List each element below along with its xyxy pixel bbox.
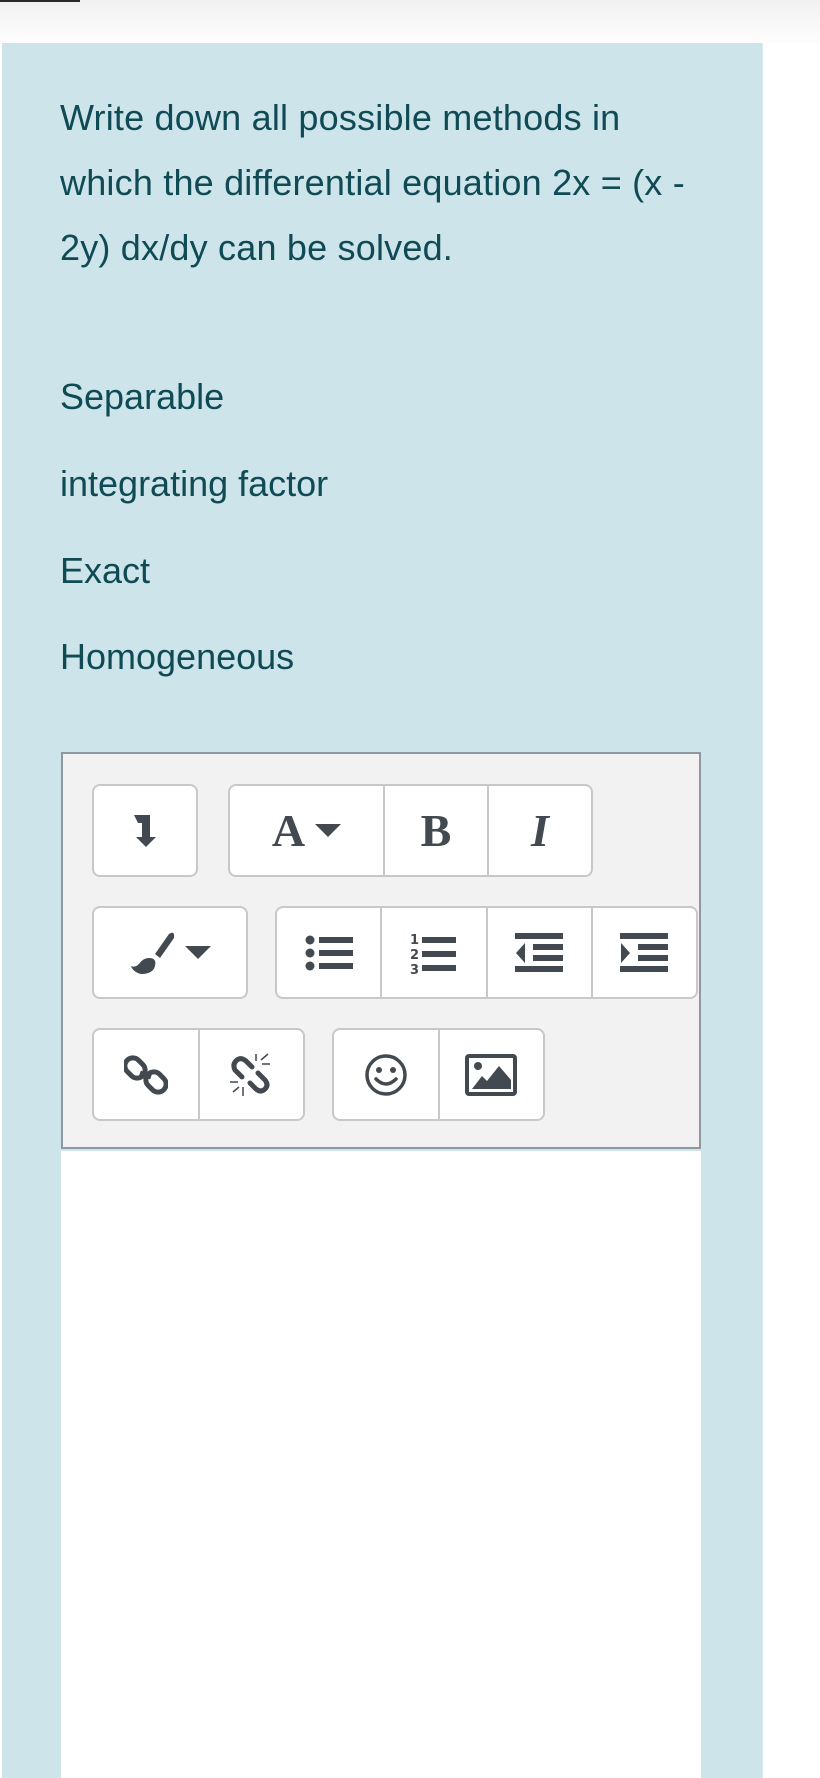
collapse-group [92, 784, 198, 877]
outdent-button[interactable] [488, 908, 593, 997]
text-color-group [92, 906, 248, 999]
font-format-group: A B I [228, 784, 593, 877]
italic-icon: I [531, 805, 549, 856]
indent-button[interactable] [593, 908, 696, 997]
emoticon-button[interactable] [334, 1030, 440, 1119]
image-button[interactable] [440, 1030, 544, 1119]
insert-media-group [332, 1028, 545, 1121]
progress-bar [0, 0, 80, 2]
unlink-button[interactable] [200, 1030, 304, 1119]
outdent-icon [515, 932, 564, 973]
option-separable: Separable [60, 376, 225, 417]
ordered-list-number: 2 [410, 948, 419, 963]
option-exact: Exact [60, 550, 151, 591]
link-button[interactable] [94, 1030, 200, 1119]
paint-brush-icon [129, 928, 179, 978]
ordered-list-number: 1 [410, 933, 419, 948]
ordered-list-number: 3 [410, 963, 419, 975]
collapse-toolbar-icon [132, 813, 158, 849]
option-integrating-factor: integrating factor [60, 463, 329, 504]
indent-icon [620, 932, 669, 973]
answer-editor[interactable] [61, 1151, 701, 1778]
text-color-button[interactable] [94, 908, 246, 997]
list-indent-group: 1 2 3 [275, 906, 698, 999]
unlink-icon [228, 1052, 274, 1098]
browser-top-area [0, 0, 820, 43]
link-group [92, 1028, 305, 1121]
question-text: Write down all possible methods in which… [60, 97, 685, 268]
unordered-list-icon [305, 935, 353, 971]
unordered-list-button[interactable] [277, 908, 383, 997]
dropdown-caret-icon [315, 823, 342, 838]
ordered-list-icon: 1 2 3 [410, 931, 458, 975]
font-style-icon: A [271, 805, 306, 856]
font-style-button[interactable]: A [230, 786, 385, 875]
image-icon [465, 1053, 518, 1096]
italic-button[interactable]: I [489, 786, 591, 875]
option-homogeneous: Homogeneous [60, 636, 295, 677]
bold-button[interactable]: B [385, 786, 489, 875]
link-icon [123, 1053, 168, 1097]
editor-toolbar: A B I 1 2 3 [61, 752, 701, 1149]
dropdown-caret-icon [185, 945, 211, 960]
emoticon-icon [364, 1053, 408, 1097]
bold-icon: B [420, 805, 452, 856]
ordered-list-button[interactable]: 1 2 3 [382, 908, 488, 997]
collapse-toolbar-button[interactable] [94, 786, 196, 875]
